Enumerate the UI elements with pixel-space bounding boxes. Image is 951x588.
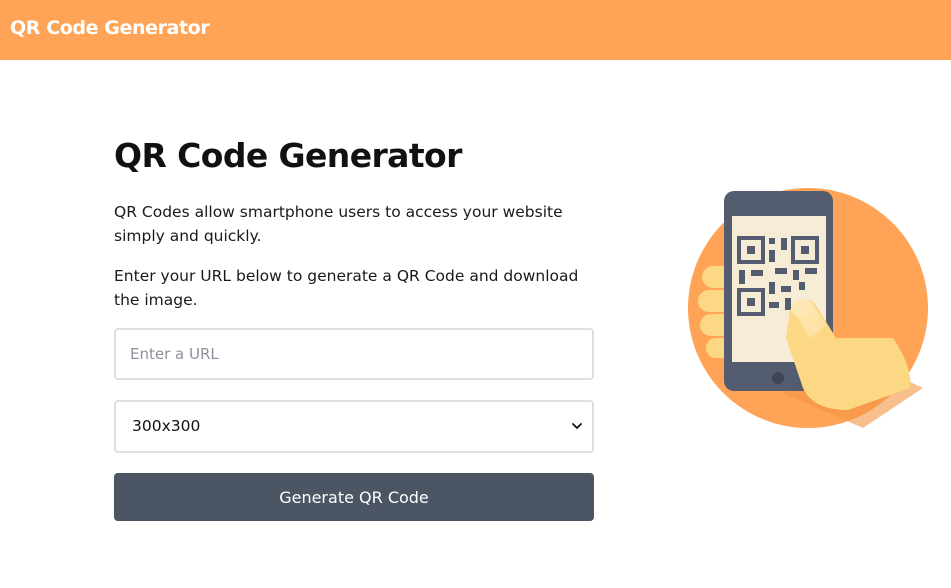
size-select[interactable]: 300x300 [114, 400, 594, 453]
top-navbar: QR Code Generator [0, 0, 951, 60]
brand-logo-text[interactable]: QR Code Generator [10, 17, 210, 39]
intro-paragraph: QR Codes allow smartphone users to acces… [114, 203, 563, 245]
url-input[interactable] [114, 328, 594, 380]
phone-scanning-qr-code-icon [688, 188, 928, 428]
generate-qr-code-button[interactable]: Generate QR Code [114, 473, 594, 521]
instructions-paragraph: Enter your URL below to generate a QR Co… [114, 267, 579, 309]
size-select-value: 300x300 [132, 417, 201, 435]
page-title: QR Code Generator [114, 136, 462, 175]
chevron-down-icon [572, 423, 582, 429]
